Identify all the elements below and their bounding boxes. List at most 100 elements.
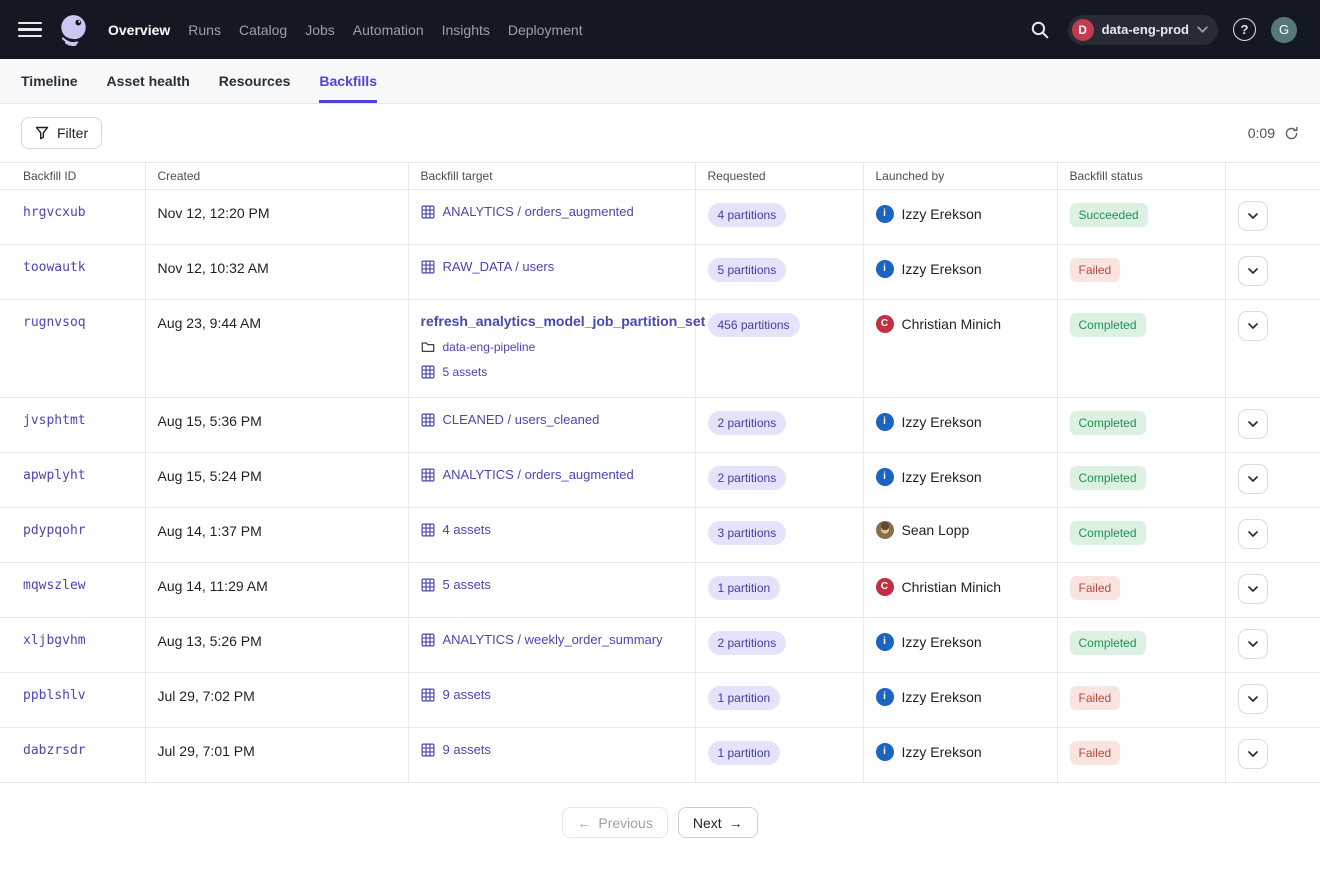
launched-by-user: iIzzy Erekson [876, 688, 982, 706]
nav-item-jobs[interactable]: Jobs [305, 22, 335, 38]
nav-item-deployment[interactable]: Deployment [508, 22, 583, 38]
table-row: apwplyht Aug 15, 5:24 PM ANALYTICS / ord… [0, 453, 1320, 508]
row-actions-button[interactable] [1238, 409, 1268, 439]
nav-item-catalog[interactable]: Catalog [239, 22, 287, 38]
right-arrow-icon: → [729, 815, 743, 831]
row-actions-button[interactable] [1238, 574, 1268, 604]
user-avatar-button[interactable]: G [1271, 17, 1297, 43]
created-timestamp: Aug 15, 5:36 PM [158, 413, 262, 429]
backfill-target-job-link[interactable]: refresh_analytics_model_job_partition_se… [421, 313, 706, 329]
user-initial-avatar: i [876, 205, 894, 223]
requested-partitions-badge: 2 partitions [708, 411, 787, 435]
requested-partitions-badge: 2 partitions [708, 631, 787, 655]
backfills-toolbar: Filter 0:09 [0, 104, 1320, 162]
backfill-target-link[interactable]: CLEANED / users_cleaned [421, 411, 600, 427]
launched-by-user: iIzzy Erekson [876, 205, 982, 223]
asset-grid-icon [421, 688, 435, 702]
filter-button[interactable]: Filter [21, 117, 102, 149]
column-header-requested: Requested [695, 163, 863, 190]
user-initial-avatar: i [876, 743, 894, 761]
created-timestamp: Aug 15, 5:24 PM [158, 468, 262, 484]
search-button[interactable] [1027, 17, 1053, 43]
backfill-target-link[interactable]: 9 assets [421, 686, 491, 702]
launched-by-user: CChristian Minich [876, 315, 1002, 333]
next-page-button[interactable]: Next → [678, 807, 758, 838]
table-row: rugnvsoq Aug 23, 9:44 AM refresh_analyti… [0, 300, 1320, 398]
nav-item-overview[interactable]: Overview [108, 22, 170, 38]
chevron-down-icon [1248, 531, 1258, 537]
tab-timeline[interactable]: Timeline [21, 59, 78, 103]
tab-backfills[interactable]: Backfills [319, 59, 377, 103]
row-actions-button[interactable] [1238, 739, 1268, 769]
nav-item-insights[interactable]: Insights [442, 22, 490, 38]
backfill-target-link[interactable]: 4 assets [421, 521, 491, 537]
backfill-id-link[interactable]: rugnvsoq [23, 315, 86, 330]
row-actions-button[interactable] [1238, 311, 1268, 341]
code-location-label: data-eng-pipeline [443, 340, 536, 354]
backfill-id-link[interactable]: hrgvcxub [23, 205, 86, 220]
backfill-id-link[interactable]: dabzrsdr [23, 743, 86, 758]
table-row: pdypqohr Aug 14, 1:37 PM 4 assets 3 part… [0, 508, 1320, 563]
table-row: dabzrsdr Jul 29, 7:01 PM 9 assets 1 part… [0, 728, 1320, 783]
column-header-backfill-id: Backfill ID [0, 163, 145, 190]
target-assets-link[interactable]: 5 assets [421, 365, 488, 379]
table-row: hrgvcxub Nov 12, 12:20 PM ANALYTICS / or… [0, 190, 1320, 245]
row-actions-button[interactable] [1238, 629, 1268, 659]
table-row: mqwszlew Aug 14, 11:29 AM 5 assets 1 par… [0, 563, 1320, 618]
chevron-down-icon [1248, 323, 1258, 329]
created-timestamp: Aug 13, 5:26 PM [158, 633, 262, 649]
hamburger-menu-button[interactable] [18, 18, 42, 42]
user-name: Izzy Erekson [902, 414, 982, 430]
backfill-id-link[interactable]: pdypqohr [23, 523, 86, 538]
backfill-target-link[interactable]: ANALYTICS / orders_augmented [421, 203, 634, 219]
requested-partitions-badge: 4 partitions [708, 203, 787, 227]
target-code-location-link[interactable]: data-eng-pipeline [421, 340, 536, 354]
deployment-switcher[interactable]: D data-eng-prod [1068, 15, 1218, 45]
help-button[interactable]: ? [1233, 18, 1256, 41]
table-row: ppblshlv Jul 29, 7:02 PM 9 assets 1 part… [0, 673, 1320, 728]
filter-button-label: Filter [57, 125, 88, 141]
tab-resources[interactable]: Resources [219, 59, 291, 103]
row-actions-button[interactable] [1238, 519, 1268, 549]
backfill-id-link[interactable]: mqwszlew [23, 578, 86, 593]
backfill-target-link[interactable]: 9 assets [421, 741, 491, 757]
row-actions-button[interactable] [1238, 256, 1268, 286]
nav-item-runs[interactable]: Runs [188, 22, 221, 38]
column-header-actions [1225, 163, 1320, 190]
backfill-target-link[interactable]: ANALYTICS / weekly_order_summary [421, 631, 663, 647]
backfill-id-link[interactable]: apwplyht [23, 468, 86, 483]
help-icon: ? [1241, 22, 1249, 37]
user-initial-avatar: i [876, 468, 894, 486]
backfill-id-link[interactable]: toowautk [23, 260, 86, 275]
asset-grid-icon [421, 365, 435, 379]
row-actions-button[interactable] [1238, 464, 1268, 494]
chevron-down-icon [1248, 268, 1258, 274]
chevron-down-icon [1248, 213, 1258, 219]
requested-partitions-badge: 456 partitions [708, 313, 800, 337]
refresh-countdown: 0:09 [1248, 125, 1275, 141]
backfill-target-link[interactable]: ANALYTICS / orders_augmented [421, 466, 634, 482]
refresh-button[interactable] [1284, 126, 1299, 141]
nav-item-automation[interactable]: Automation [353, 22, 424, 38]
backfill-id-link[interactable]: xljbgvhm [23, 633, 86, 648]
backfill-status-badge: Failed [1070, 258, 1121, 282]
backfill-id-link[interactable]: ppblshlv [23, 688, 86, 703]
row-actions-button[interactable] [1238, 201, 1268, 231]
assets-count-label: 5 assets [443, 365, 488, 379]
pagination: ← Previous Next → [0, 807, 1320, 838]
target-label: 4 assets [443, 522, 491, 537]
previous-page-button[interactable]: ← Previous [562, 807, 667, 838]
backfill-target-link[interactable]: 5 assets [421, 576, 491, 592]
user-initial-avatar: i [876, 413, 894, 431]
launched-by-user: iIzzy Erekson [876, 468, 982, 486]
requested-partitions-badge: 1 partition [708, 576, 781, 600]
created-timestamp: Jul 29, 7:02 PM [158, 688, 255, 704]
user-name: Christian Minich [902, 316, 1002, 332]
backfill-id-link[interactable]: jvsphtmt [23, 413, 86, 428]
backfill-target-link[interactable]: RAW_DATA / users [421, 258, 555, 274]
user-photo-avatar [876, 521, 894, 539]
tab-asset-health[interactable]: Asset health [107, 59, 190, 103]
table-header-row: Backfill ID Created Backfill target Requ… [0, 163, 1320, 190]
backfill-status-badge: Completed [1070, 466, 1146, 490]
row-actions-button[interactable] [1238, 684, 1268, 714]
